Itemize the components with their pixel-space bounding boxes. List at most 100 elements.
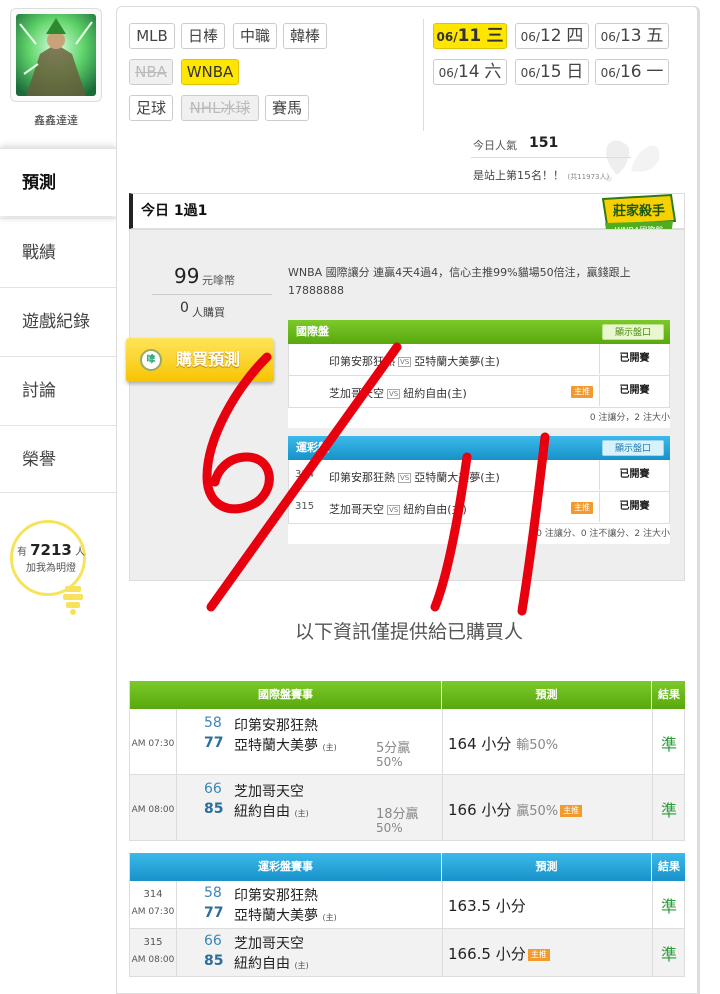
sidebar-item-discussion[interactable]: 討論: [0, 356, 116, 424]
home-team: 紐約自由 (主): [234, 956, 309, 972]
prediction-value: 163.5 小分: [448, 897, 526, 915]
date-tab-0613[interactable]: 06/13 五: [595, 23, 669, 49]
home-team: 亞特蘭大美夢 (主): [234, 738, 337, 754]
date-tab-0616[interactable]: 06/16 一: [595, 59, 669, 85]
avatar: [16, 14, 96, 96]
result-accurate: 準: [660, 801, 677, 820]
divider: [423, 19, 424, 131]
intl-odds-table: 國際盤 顯示盤口 印第安那狂熱 VS 亞特蘭大美夢(主) 已開賽 芝加哥天空 VS 紐約…: [288, 320, 670, 428]
sport-tab-nhl: NHL冰球: [181, 95, 259, 121]
show-odds-button[interactable]: 顯示盤口: [602, 440, 664, 456]
main-pick-badge: 主推: [571, 502, 593, 514]
prediction-value: 166.5 小分 主推: [448, 943, 550, 964]
game-time: AM 07:30: [131, 739, 175, 749]
game-number: 315: [143, 937, 163, 948]
column-header-result: 結果: [658, 688, 680, 701]
main-pick-badge: 主推: [527, 949, 550, 961]
date-tab-0611[interactable]: 06/11 三: [433, 23, 507, 49]
sidebar-item-game-history[interactable]: 遊戲紀錄: [0, 287, 116, 355]
team-number: 77: [204, 905, 224, 921]
game-number: 314: [295, 469, 315, 480]
prediction-value: 164 小分 輸50%: [448, 735, 559, 753]
column-header-prediction: 預測: [442, 853, 652, 881]
game-number: 315: [295, 501, 315, 512]
game-status: 已開賽: [599, 460, 669, 490]
spread-result: 5分贏: [376, 741, 411, 756]
game-status: 已開賽: [599, 344, 669, 374]
team-number: 85: [204, 801, 224, 817]
price-unit: 元嗱幣: [202, 274, 235, 287]
table-row: 315 芝加哥天空 VS 紐約自由(主) 主推 已開賽: [288, 492, 670, 524]
buy-prediction-button[interactable]: 嗱 購買預測: [126, 338, 274, 382]
intl-results-table: 國際盤賽事 預測 結果 AM 07:30 58 77 印第安那狂熱 亞特蘭大美夢…: [129, 681, 685, 841]
game-time: AM 07:30: [131, 907, 175, 917]
table-row: 芝加哥天空 VS 紐約自由(主) 主推 已開賽: [288, 376, 670, 408]
spread-result: 18分贏: [376, 807, 419, 822]
table-row: 印第安那狂熱 VS 亞特蘭大美夢(主) 已開賽: [288, 344, 670, 376]
column-header-event: 運彩盤賽事: [130, 853, 442, 881]
svg-text:莊家殺手: 莊家殺手: [613, 203, 665, 219]
sidebar-item-honor[interactable]: 榮譽: [0, 425, 116, 493]
sidebar-item-record[interactable]: 戰績: [0, 218, 116, 286]
game-number: 314: [143, 889, 163, 900]
spread-percent: 50%: [376, 755, 403, 769]
team-number: 58: [204, 715, 222, 731]
lottery-odds-header: 運彩盤 顯示盤口: [288, 436, 670, 460]
home-team: 亞特蘭大美夢 (主): [234, 908, 337, 924]
sport-tab-npb[interactable]: 日棒: [181, 23, 225, 49]
intl-odds-summary: 0 注讓分，2 注大小: [589, 413, 670, 423]
show-odds-button[interactable]: 顯示盤口: [602, 324, 664, 340]
sport-tab-nba: NBA: [129, 59, 173, 85]
main-panel: MLB 日棒 中職 韓棒 NBA WNBA 足球 NHL冰球 賽馬 06/11 …: [116, 6, 700, 994]
date-tab-0615[interactable]: 06/15 日: [515, 59, 589, 85]
sport-tab-kbo[interactable]: 韓棒: [283, 23, 327, 49]
home-team: 紐約自由 (主): [234, 804, 309, 820]
sport-tab-cpbl[interactable]: 中職: [233, 23, 277, 49]
intl-odds-header: 國際盤 顯示盤口: [288, 320, 670, 344]
column-header-result: 結果: [658, 860, 680, 873]
table-row: AM 07:30 58 77 印第安那狂熱 亞特蘭大美夢 (主) 5分贏 50%…: [130, 709, 685, 775]
game-time: AM 08:00: [131, 805, 175, 815]
sport-tab-soccer[interactable]: 足球: [129, 95, 173, 121]
divider: [471, 157, 631, 158]
table-row: 314 AM 07:30 58 77 印第安那狂熱 亞特蘭大美夢 (主) 163…: [130, 881, 685, 929]
away-team: 芝加哥天空: [234, 936, 304, 952]
column-header-event: 國際盤賽事: [130, 681, 442, 709]
lottery-odds-summary: 0 注讓分、0 注不讓分、2 注大小: [536, 529, 670, 539]
date-tab-0614[interactable]: 06/14 六: [433, 59, 507, 85]
sidebar: 鑫鑫達達 預測 戰績 遊戲紀錄 討論 榮譽 有 7213 人 加我為明燈: [0, 0, 116, 994]
matchup: 芝加哥天空 VS 紐約自由(主): [329, 503, 467, 516]
sport-tab-mlb[interactable]: MLB: [129, 23, 175, 49]
game-time: AM 08:00: [131, 955, 175, 965]
rank-text: 是站上第15名！！ (共11973人): [473, 169, 610, 182]
game-status: 已開賽: [599, 492, 669, 522]
matchup: 印第安那狂熱 VS 亞特蘭大美夢(主): [329, 471, 500, 484]
avatar-frame[interactable]: [10, 8, 102, 102]
buyers-unit: 人購買: [192, 306, 225, 319]
spread-percent: 50%: [376, 821, 403, 835]
sport-tab-wnba[interactable]: WNBA: [181, 59, 239, 85]
lottery-results-table: 運彩盤賽事 預測 結果 314 AM 07:30 58 77 印第安那狂熱 亞特…: [129, 853, 685, 977]
purchase-notice: 以下資訊僅提供給已購買人: [294, 621, 523, 643]
username: 鑫鑫達達: [34, 114, 78, 127]
beacon-widget[interactable]: 有 7213 人 加我為明燈: [8, 520, 108, 620]
popularity-label: 今日人氣: [473, 139, 517, 152]
lottery-results-header: 運彩盤賽事 預測 結果: [130, 853, 685, 881]
sport-tab-horse[interactable]: 賽馬: [265, 95, 309, 121]
away-team: 印第安那狂熱: [234, 718, 318, 734]
away-team: 芝加哥天空: [234, 784, 304, 800]
sidebar-item-predict[interactable]: 預測: [0, 148, 116, 216]
beacon-count: 有 7213 人: [16, 541, 86, 559]
table-row: 314 印第安那狂熱 VS 亞特蘭大美夢(主) 已開賽: [288, 460, 670, 492]
team-number: 58: [204, 885, 222, 901]
date-tab-0612[interactable]: 06/12 四: [515, 23, 589, 49]
coin-icon: 嗱: [140, 349, 162, 371]
beacon-caption: 加我為明燈: [26, 563, 76, 574]
intl-results-header: 國際盤賽事 預測 結果: [130, 681, 685, 709]
team-number: 85: [204, 953, 224, 969]
main-pick-badge: 主推: [560, 805, 583, 817]
table-row: AM 08:00 66 85 芝加哥天空 紐約自由 (主) 18分贏 50% 1…: [130, 775, 685, 841]
matchup: 印第安那狂熱 VS 亞特蘭大美夢(主): [329, 355, 500, 368]
table-row: 315 AM 08:00 66 85 芝加哥天空 紐約自由 (主) 166.5 …: [130, 929, 685, 977]
prediction-value: 166 小分 贏50% 主推: [448, 799, 583, 820]
